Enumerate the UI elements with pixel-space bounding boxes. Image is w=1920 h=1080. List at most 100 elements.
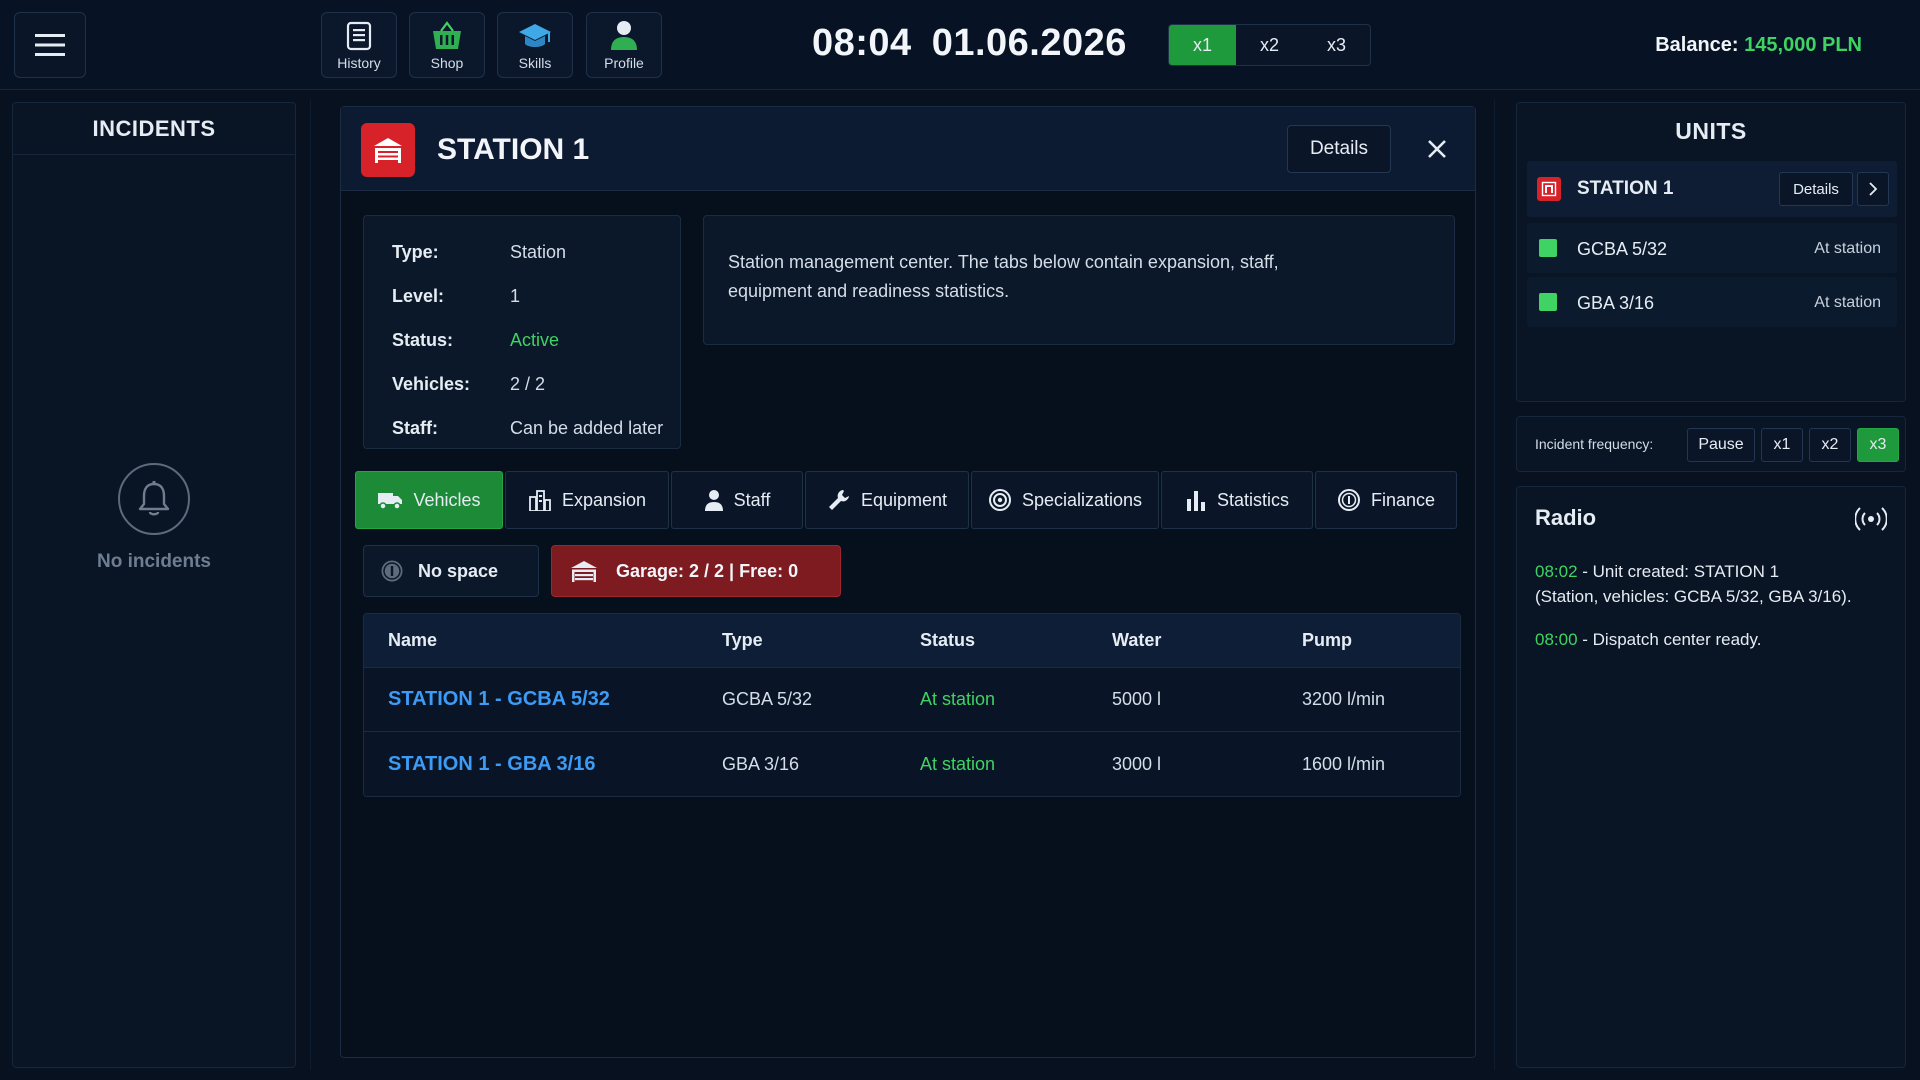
station-details-button[interactable]: Details	[1287, 125, 1391, 173]
bell-icon	[138, 481, 170, 516]
chevron-right-icon	[1869, 182, 1878, 196]
unit-station-expand-button[interactable]	[1857, 172, 1889, 206]
col-header-water: Water	[1112, 630, 1162, 650]
nav-profile-label: Profile	[604, 55, 644, 71]
bell-circle	[118, 463, 190, 535]
col-header-name: Name	[388, 630, 438, 650]
speed-x2-button[interactable]: x2	[1236, 25, 1303, 65]
speed-x1-button[interactable]: x1	[1169, 25, 1236, 65]
close-station-button[interactable]	[1419, 131, 1455, 167]
info-row-staff: Staff: Can be added later	[392, 406, 680, 450]
station-info-box: Type: Station Level: 1 Status: Active Ve…	[363, 215, 681, 449]
clock-time: 08:04	[812, 22, 912, 64]
vehicle-name-link[interactable]: STATION 1 - GCBA 5/32	[364, 688, 722, 711]
col-header-type: Type	[722, 630, 763, 650]
info-row-type: Type: Station	[392, 230, 680, 274]
coin-icon	[1337, 489, 1360, 511]
vehicle-water: 5000 l	[1112, 689, 1162, 709]
tab-specializations[interactable]: Specializations	[971, 471, 1159, 529]
tab-vehicles[interactable]: Vehicles	[355, 471, 503, 529]
radio-message-text-2: (Station, vehicles: GCBA 5/32, GBA 3/16)…	[1535, 587, 1852, 606]
radio-message-text: - Unit created: STATION 1	[1577, 562, 1780, 581]
frequency-x3-button[interactable]: x3	[1857, 428, 1899, 462]
radio-message-time: 08:00	[1535, 630, 1578, 649]
unit-status-indicator	[1539, 239, 1557, 257]
unit-station-details-button[interactable]: Details	[1779, 172, 1853, 206]
frequency-x1-button[interactable]: x1	[1761, 428, 1803, 462]
graduation-cap-icon	[519, 24, 551, 47]
frequency-x2-button[interactable]: x2	[1809, 428, 1851, 462]
info-value: Can be added later	[510, 417, 664, 438]
wrench-icon	[828, 490, 849, 510]
truck-icon	[378, 493, 403, 510]
description-line-2: equipment and readiness statistics.	[728, 281, 1010, 301]
unit-station-name: STATION 1	[1577, 178, 1674, 199]
vehicles-table: Name Type Status Water Pump STATION 1 - …	[363, 613, 1461, 797]
tab-label: Statistics	[1216, 489, 1290, 510]
left-separator	[310, 100, 311, 1070]
nav-shop-button[interactable]: Shop	[409, 12, 485, 78]
game-speed-selector: x1 x2 x3	[1168, 24, 1371, 66]
no-space-indicator: No space	[363, 545, 539, 597]
tab-label: Expansion	[561, 489, 647, 510]
tab-finance[interactable]: Finance	[1315, 471, 1457, 529]
nav-skills-label: Skills	[518, 55, 552, 71]
units-panel: UNITS STATION 1 Details GCBA 5/32 At sta…	[1516, 102, 1906, 402]
info-key: Type:	[392, 241, 439, 262]
unit-vehicle-name: GCBA 5/32	[1577, 239, 1668, 259]
unit-station-row[interactable]: STATION 1 Details	[1527, 161, 1897, 217]
unit-vehicle-row[interactable]: GBA 3/16 At station	[1527, 277, 1897, 327]
tab-equipment[interactable]: Equipment	[805, 471, 969, 529]
fire-station-icon	[1541, 181, 1557, 197]
no-incidents-text: No incidents	[96, 551, 211, 572]
tab-staff[interactable]: Staff	[671, 471, 803, 529]
profile-person-icon	[611, 21, 637, 50]
nav-skills-button[interactable]: Skills	[497, 12, 573, 78]
top-bar: History Shop Skills Profile 08:04 01.06.2…	[0, 0, 1920, 90]
hamburger-menu-button[interactable]	[14, 12, 86, 78]
nav-shop-label: Shop	[430, 55, 464, 71]
vehicle-pump: 1600 l/min	[1302, 753, 1386, 774]
garage-capacity-indicator: Garage: 2 / 2 | Free: 0	[551, 545, 841, 597]
radio-message: 08:02 - Unit created: STATION 1 (Station…	[1535, 559, 1895, 609]
buildings-icon	[529, 490, 551, 511]
vehicle-type: GBA 3/16	[722, 753, 800, 774]
balance-display: Balance: 145,000 PLN	[1655, 34, 1862, 57]
table-row: STATION 1 - GCBA 5/32 GCBA 5/32 At stati…	[364, 668, 1460, 732]
unit-vehicle-row[interactable]: GCBA 5/32 At station	[1527, 223, 1897, 273]
station-panel: STATION 1 Details Type: Station Level: 1…	[340, 106, 1476, 1058]
info-row-vehicles: Vehicles: 2 / 2	[392, 362, 680, 406]
nav-history-button[interactable]: History	[321, 12, 397, 78]
vehicle-name-link[interactable]: STATION 1 - GBA 3/16	[364, 753, 722, 776]
tab-label: Vehicles	[413, 489, 481, 510]
vehicle-type: GCBA 5/32	[722, 689, 813, 709]
info-key: Staff:	[392, 417, 438, 438]
unit-vehicle-name: GBA 3/16	[1577, 293, 1655, 313]
radio-title: Radio	[1535, 505, 1597, 530]
table-row: STATION 1 - GBA 3/16 GBA 3/16 At station…	[364, 732, 1460, 796]
station-description: Station management center. The tabs belo…	[703, 215, 1455, 345]
tab-statistics[interactable]: Statistics	[1161, 471, 1313, 529]
radio-message-time: 08:02	[1535, 562, 1578, 581]
hamburger-icon	[35, 34, 65, 56]
unit-vehicle-status: At station	[1814, 294, 1881, 311]
tab-label: Equipment	[860, 489, 948, 510]
person-icon	[704, 490, 723, 511]
info-circle-icon	[381, 560, 403, 582]
unit-vehicle-status: At station	[1814, 240, 1881, 257]
radio-broadcast-icon	[1855, 507, 1887, 531]
nav-profile-button[interactable]: Profile	[586, 12, 662, 78]
bar-chart-icon	[1186, 491, 1205, 511]
frequency-pause-button[interactable]: Pause	[1687, 428, 1755, 462]
info-row-status: Status: Active	[392, 318, 680, 362]
tab-label: Specializations	[1021, 489, 1143, 510]
description-line-1: Station management center. The tabs belo…	[728, 252, 1279, 272]
target-icon	[988, 489, 1011, 511]
tab-expansion[interactable]: Expansion	[505, 471, 669, 529]
incident-frequency-label: Incident frequency:	[1535, 436, 1654, 452]
col-header-pump: Pump	[1302, 630, 1353, 650]
speed-x3-button[interactable]: x3	[1303, 25, 1370, 65]
unit-status-indicator	[1539, 293, 1557, 311]
info-value: Station	[510, 241, 567, 262]
balance-value: 145,000 PLN	[1744, 34, 1862, 56]
